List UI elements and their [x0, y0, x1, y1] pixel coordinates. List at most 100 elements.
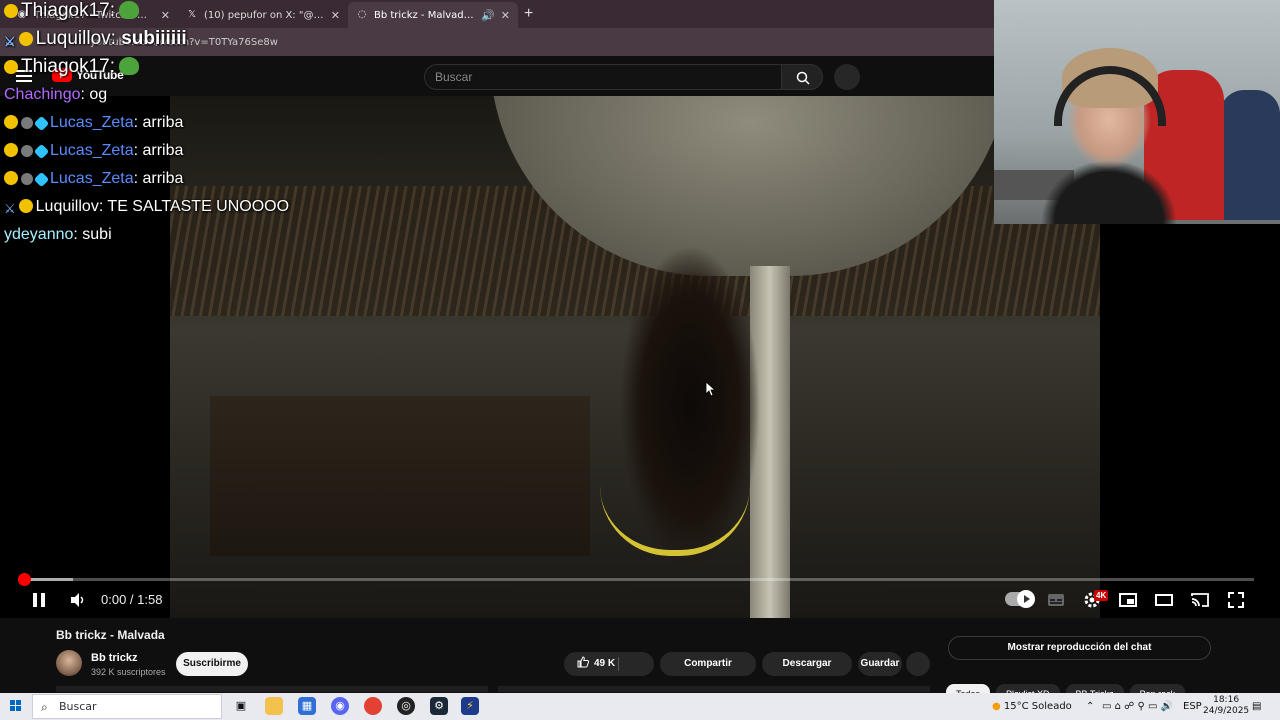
time-display: 0:00 / 1:58: [101, 592, 163, 607]
pause-icon[interactable]: [30, 590, 48, 610]
chat-text: : og: [80, 86, 108, 103]
comment-box: [56, 686, 488, 692]
taskbar-search-label: Buscar: [59, 700, 97, 713]
clock[interactable]: 18:16 24/9/2025: [1203, 695, 1249, 717]
tab-x[interactable]: 𝕏 (10) pepufor on X: "@SpreenDMC ✕: [178, 2, 348, 28]
channel-name[interactable]: Bb trickz: [91, 652, 137, 664]
chat-username: Lucas_Zeta: [50, 142, 134, 159]
more-actions-button[interactable]: [906, 652, 930, 676]
fullscreen-icon[interactable]: [1226, 590, 1246, 610]
download-label: Descargar: [782, 658, 832, 669]
gold-badge-icon: [4, 115, 18, 129]
search-icon: ⌕: [41, 700, 48, 714]
file-explorer-icon[interactable]: [265, 697, 283, 715]
close-icon[interactable]: ✕: [331, 9, 340, 22]
chat-text: : TE SALTASTE UNOOOO: [98, 198, 290, 215]
obs-icon[interactable]: ◎: [397, 697, 415, 715]
app-icon[interactable]: ⚡: [461, 697, 479, 715]
close-icon[interactable]: ✕: [501, 9, 510, 22]
pepe-emote-icon: [119, 57, 140, 75]
clock-time: 18:16: [1213, 695, 1240, 705]
scene-figure: [610, 246, 770, 618]
search-button[interactable]: [781, 64, 823, 90]
sword-badge-icon: ⚔: [4, 201, 16, 216]
chat-username: ydeyanno: [4, 226, 74, 243]
scrubber-handle[interactable]: [18, 573, 31, 586]
language-indicator[interactable]: ESP: [1183, 693, 1202, 720]
gold-badge-icon: [18, 32, 33, 46]
video-frame: [170, 96, 1100, 618]
download-button[interactable]: Descargar: [762, 652, 852, 676]
thumbs-up-icon: [577, 656, 590, 668]
like-button[interactable]: 49 K: [564, 652, 654, 676]
chat-text: : arriba: [133, 114, 184, 131]
chat-message: ydeyanno: subi: [4, 226, 112, 244]
chat-message: Lucas_Zeta: arriba: [4, 170, 183, 188]
gold-badge-icon: [4, 171, 18, 185]
subscribe-button[interactable]: Suscribirme: [176, 652, 248, 676]
chat-message: Lucas_Zeta: arriba: [4, 114, 183, 132]
task-view-icon[interactable]: ▣: [232, 697, 250, 715]
weather-icon: ●: [992, 701, 1001, 712]
tab-youtube[interactable]: ◌ Bb trickz - Malvada - YouTube 🔊 ✕: [348, 2, 518, 28]
discord-icon[interactable]: ◉: [331, 697, 349, 715]
chat-message: Thiagok17:: [4, 0, 140, 22]
weather-widget[interactable]: ● 15°C Soleado: [992, 693, 1072, 720]
clock-date: 24/9/2025: [1203, 706, 1250, 716]
chat-text: subiiiiii: [115, 28, 187, 49]
gold-badge-icon: [18, 199, 33, 213]
store-icon[interactable]: ▦: [298, 697, 316, 715]
gray-badge-icon: [21, 173, 33, 185]
miniplayer-icon[interactable]: [1118, 590, 1138, 610]
share-button[interactable]: Compartir: [660, 652, 756, 676]
chat-username: Thiagok17:: [21, 56, 116, 77]
buffer-bar: [24, 578, 74, 581]
chat-username: Luquillov:: [35, 28, 116, 49]
speaker-icon[interactable]: 🔊: [481, 9, 495, 22]
x-icon: 𝕏: [187, 9, 197, 20]
steam-icon[interactable]: ⚙: [430, 697, 448, 715]
windows-taskbar: ⌕ Buscar ▣ ▦ ◉ ◎ ⚙ ⚡ ● 15°C Soleado ⌃ ▭ …: [0, 693, 1280, 720]
sword-badge-icon: ⚔: [4, 34, 16, 49]
theater-mode-icon[interactable]: [1154, 590, 1174, 610]
chat-message: Lucas_Zeta: arriba: [4, 142, 183, 160]
volume-icon[interactable]: [68, 590, 88, 610]
show-chat-replay-button[interactable]: Mostrar reproducción del chat: [948, 636, 1211, 660]
gold-badge-icon: [4, 4, 18, 18]
save-label: Guardar: [860, 658, 900, 669]
chat-text: : arriba: [133, 142, 184, 159]
tab-label: Bb trickz - Malvada - YouTube: [374, 9, 475, 21]
tray-icons[interactable]: ▭ ⌂ ☍ ⚲ ▭ 🔊: [1102, 693, 1173, 720]
close-icon[interactable]: ✕: [161, 9, 170, 22]
taskbar-search[interactable]: ⌕ Buscar: [32, 694, 222, 719]
chat-message: Thiagok17:: [4, 56, 140, 78]
channel-avatar[interactable]: [56, 650, 82, 676]
chrome-icon[interactable]: [364, 697, 382, 715]
chat-message: Chachingo: og: [4, 86, 107, 104]
description-box: [498, 686, 930, 692]
voice-search-button[interactable]: [834, 64, 860, 90]
windows-start-icon[interactable]: [10, 700, 22, 712]
gray-badge-icon: [21, 117, 33, 129]
save-button[interactable]: Guardar: [858, 652, 902, 676]
chat-message: ⚔ Luquillov: TE SALTASTE UNOOOO: [4, 198, 289, 217]
chat-text: : subi: [73, 226, 112, 243]
tray-chevron-icon[interactable]: ⌃: [1086, 693, 1094, 720]
progress-bar[interactable]: [18, 573, 1254, 586]
cast-icon[interactable]: [1190, 590, 1210, 610]
autoplay-toggle[interactable]: [1005, 590, 1035, 608]
search-input[interactable]: Buscar: [424, 64, 782, 90]
subtitles-icon[interactable]: [1046, 590, 1066, 610]
gray-badge-icon: [21, 145, 33, 157]
new-tab-icon[interactable]: +: [524, 5, 533, 23]
chat-username: Luquillov: [35, 198, 99, 215]
blue-badge-icon: [33, 143, 50, 160]
search-icon: [796, 71, 810, 85]
weather-text: 15°C Soleado: [1003, 701, 1072, 712]
subscriber-count: 392 K suscriptores: [91, 667, 166, 677]
notifications-icon[interactable]: ▤: [1252, 693, 1261, 720]
chat-username: Chachingo: [4, 86, 81, 103]
chat-text: : arriba: [133, 170, 184, 187]
chat-username: Lucas_Zeta: [50, 170, 134, 187]
loading-icon: ◌: [357, 9, 367, 20]
